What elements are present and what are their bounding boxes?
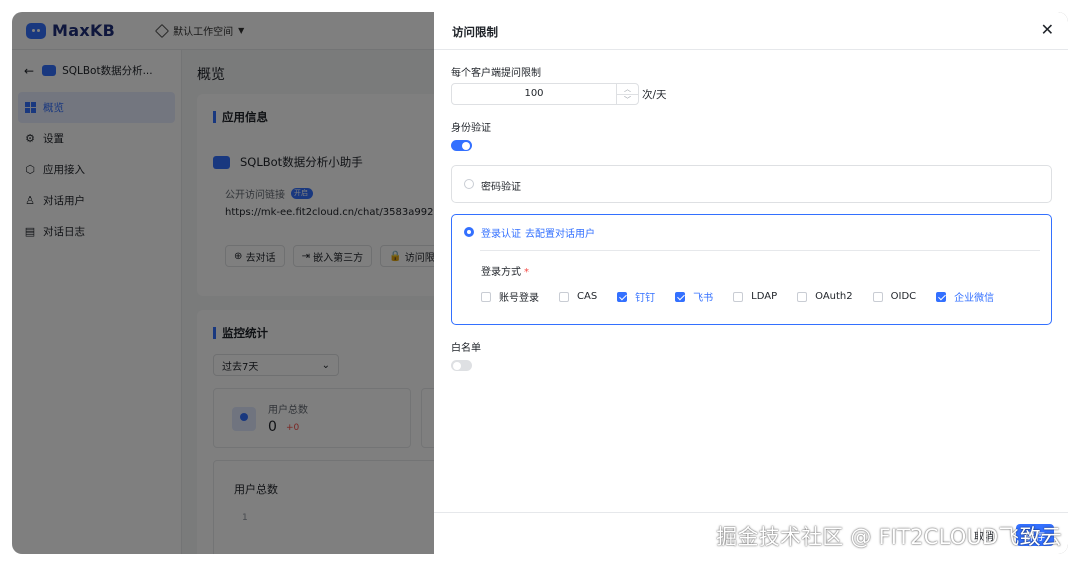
checkbox[interactable] [936, 291, 947, 302]
drawer-header: 访问限制 ✕ [434, 12, 1068, 50]
login-methods-text: 登录方式 [481, 267, 521, 278]
method-label: 飞书 [693, 293, 714, 304]
method-account[interactable]: 账号登录 [481, 289, 539, 304]
limit-label: 每个客户端提问限制 [451, 68, 541, 79]
method-label: 钉钉 [635, 293, 656, 304]
checkbox[interactable] [617, 291, 628, 302]
login-methods-group: 账号登录 CAS 钉钉 飞书 LDAP OAuth2 OIDC 企业微信 [481, 289, 1014, 304]
method-oauth2[interactable]: OAuth2 [797, 291, 853, 302]
drawer-title: 访问限制 [452, 25, 498, 39]
toggle-knob [453, 361, 461, 370]
screen-frame: MaxKB 默认工作空间 ▼ ← SQLBot数据分析... 概览 ⚙ [12, 12, 1068, 554]
method-oidc[interactable]: OIDC [872, 291, 917, 302]
decrease-icon[interactable]: ﹀ [617, 95, 638, 105]
whitelist-toggle[interactable] [451, 360, 472, 371]
limit-stepper[interactable]: 100 ︿ ﹀ [451, 83, 639, 105]
configure-users-link[interactable]: 去配置对话用户 [525, 225, 595, 240]
login-radio[interactable] [464, 227, 474, 237]
increase-icon[interactable]: ︿ [617, 84, 638, 95]
method-cas[interactable]: CAS [559, 291, 597, 302]
limit-unit: 次/天 [642, 89, 667, 101]
required-mark: * [524, 267, 529, 278]
method-label: OAuth2 [815, 291, 853, 302]
auth-label: 身份验证 [451, 123, 491, 134]
password-option-label: 密码验证 [481, 182, 521, 193]
method-label: OIDC [890, 291, 917, 302]
close-icon[interactable]: ✕ [1041, 20, 1054, 39]
method-dingtalk[interactable]: 钉钉 [617, 289, 655, 304]
checkbox[interactable] [733, 291, 744, 302]
method-wecom[interactable]: 企业微信 [936, 289, 994, 304]
watermark: 掘金技术社区 @ FIT2CLOUD飞致云 [716, 525, 1062, 549]
method-ldap[interactable]: LDAP [733, 291, 777, 302]
limit-value[interactable]: 100 [452, 84, 616, 104]
checkbox[interactable] [675, 291, 686, 302]
checkbox[interactable] [559, 291, 569, 302]
stepper-buttons: ︿ ﹀ [616, 84, 638, 104]
checkbox[interactable] [481, 291, 491, 302]
login-methods-label: 登录方式 * [481, 263, 529, 278]
whitelist-label: 白名单 [451, 343, 481, 354]
password-radio[interactable] [464, 179, 474, 189]
divider [480, 250, 1040, 251]
access-limit-drawer: 访问限制 ✕ 每个客户端提问限制 100 ︿ ﹀ 次/天 身份验证 密码验证 登… [434, 12, 1068, 554]
password-option-card[interactable]: 密码验证 [451, 165, 1052, 203]
login-option-card[interactable]: 登录认证 去配置对话用户 登录方式 * 账号登录 CAS 钉钉 飞书 LDAP O… [451, 214, 1052, 325]
method-label: 企业微信 [954, 293, 995, 304]
checkbox[interactable] [872, 291, 883, 302]
method-label: LDAP [751, 291, 778, 302]
login-option-label: 登录认证 [481, 229, 521, 240]
method-feishu[interactable]: 飞书 [675, 289, 713, 304]
method-label: 账号登录 [499, 293, 539, 304]
toggle-knob [462, 141, 470, 150]
checkbox[interactable] [797, 291, 808, 302]
method-label: CAS [577, 291, 598, 302]
auth-toggle[interactable] [451, 140, 472, 151]
